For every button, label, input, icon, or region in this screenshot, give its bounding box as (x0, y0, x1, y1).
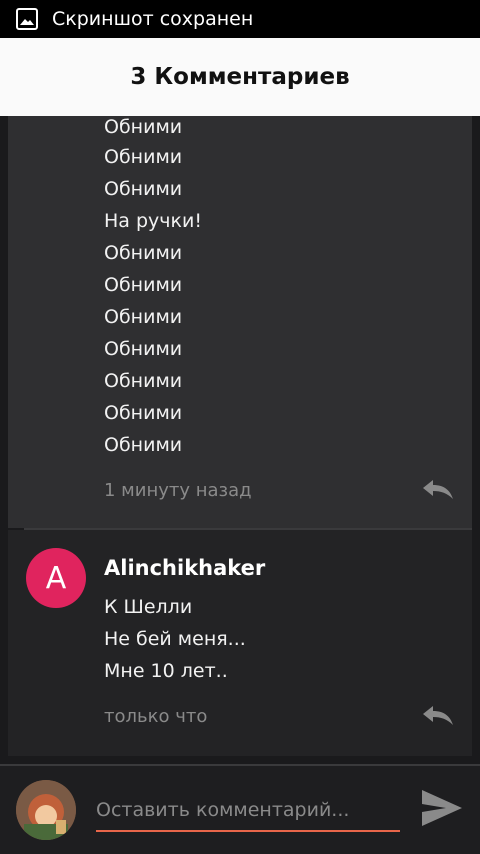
comment-line: Обними (104, 306, 183, 328)
comment-line: Обними (104, 434, 183, 456)
comments-list[interactable]: Обними Обними Обними На ручки! Обними Об… (0, 116, 480, 764)
reply-icon (423, 706, 453, 725)
header: 3 Комментариев (0, 38, 480, 116)
comment-line: На ручки! (104, 210, 202, 232)
reply-button[interactable] (420, 476, 456, 502)
notification-text: Скриншот сохранен (52, 8, 254, 30)
comment-timestamp: 1 минуту назад (104, 480, 252, 501)
comment-line: Обними (104, 274, 183, 296)
comment-line: Обними (104, 370, 183, 392)
image-icon (16, 8, 38, 30)
comment-line: Обними (104, 178, 183, 200)
avatar[interactable]: A (26, 548, 86, 608)
comment-timestamp: только что (104, 706, 208, 727)
reply-button[interactable] (420, 702, 456, 728)
comment-line: Не бей меня... (104, 628, 246, 650)
status-bar: Скриншот сохранен (0, 0, 480, 38)
comment-line: К Шелли (104, 596, 193, 618)
comment-line: Обними (104, 242, 183, 264)
send-button[interactable] (418, 786, 466, 830)
avatar-letter: A (45, 560, 67, 596)
user-avatar[interactable] (16, 780, 76, 840)
comment-line: Обними (104, 146, 183, 168)
comment-author[interactable]: Alinchikhaker (104, 556, 265, 580)
comment-input[interactable] (96, 790, 400, 832)
send-icon (422, 790, 462, 826)
comment-card (8, 116, 472, 528)
comment-line: Мне 10 лет.. (104, 660, 228, 682)
comment-line: Обними (104, 338, 183, 360)
comment-line: Обними (104, 402, 183, 424)
reply-icon (423, 480, 453, 499)
comment-line: Обними (104, 116, 183, 138)
page-title: 3 Комментариев (130, 64, 350, 90)
